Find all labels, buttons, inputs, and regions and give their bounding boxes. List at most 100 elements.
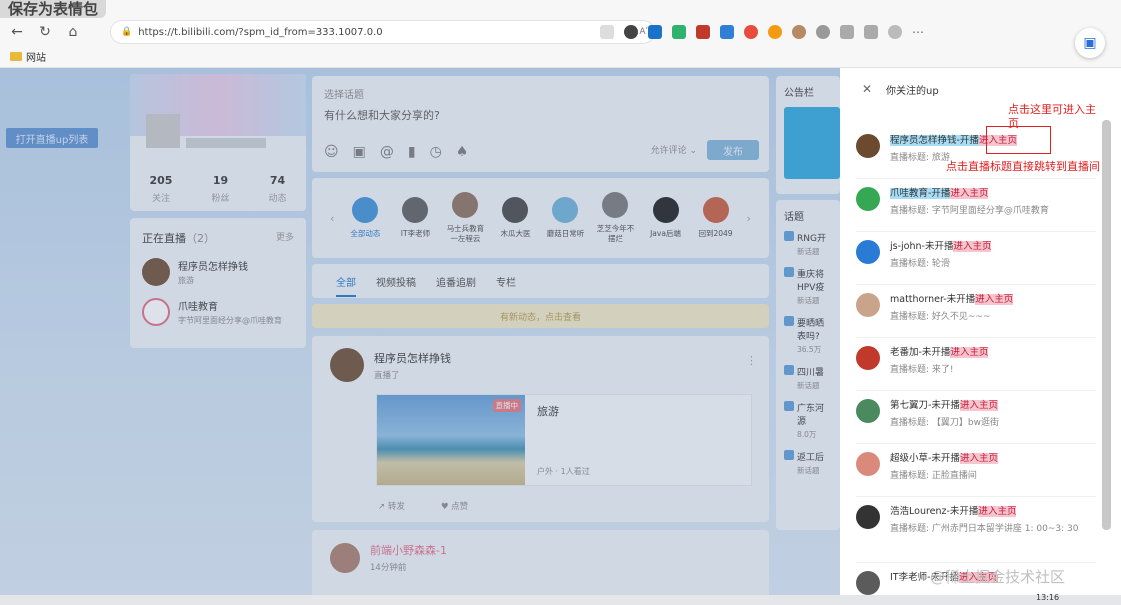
new-post-tip[interactable]: 有新动态，点击查看 <box>312 304 769 328</box>
live-title-link[interactable]: 直播标题: 广州赤門日本留学讲座 1: 00~3: 30 <box>890 523 1080 536</box>
profile-avatar-icon[interactable] <box>888 25 902 39</box>
avatar[interactable] <box>856 399 880 423</box>
follow-item[interactable]: 马士兵教育一左程云 <box>446 192 484 244</box>
post-author[interactable]: 程序员怎样挣钱 <box>374 350 451 366</box>
chevron-right-icon[interactable]: › <box>747 212 751 225</box>
topic-item[interactable]: 广东河源 8.0万 <box>784 401 832 440</box>
close-icon[interactable]: ✕ <box>862 82 872 96</box>
enter-homepage-link[interactable]: 进入主页 <box>959 453 998 464</box>
image-icon[interactable]: ▣ <box>353 144 366 160</box>
hashtag-icon <box>784 365 794 375</box>
stat-fans[interactable]: 19 粉丝 <box>211 174 229 204</box>
stat-following[interactable]: 205 关注 <box>150 174 173 204</box>
extension-icon[interactable] <box>792 25 806 39</box>
like-button[interactable]: ♥ 点赞 <box>441 500 468 512</box>
chevron-left-icon[interactable]: ‹ <box>330 212 334 225</box>
live-item[interactable]: 程序员怎样挣钱 旅游 <box>142 258 294 286</box>
live-title-link[interactable]: 直播标题: 好久不见~~~ <box>890 311 1013 324</box>
follow-item[interactable]: 全部动态 <box>346 197 384 239</box>
annotation-note: 点击直播标题直接跳转到直播间 <box>946 160 1100 173</box>
tab-bangumi[interactable]: 追番追剧 <box>436 274 476 289</box>
open-live-list-button[interactable]: 打开直播up列表 <box>6 128 98 148</box>
living-more-link[interactable]: 更多 <box>276 230 294 246</box>
publish-button[interactable]: 发布 <box>707 140 759 160</box>
at-icon[interactable]: @ <box>380 144 394 160</box>
avatar[interactable] <box>856 505 880 529</box>
feed-post: 程序员怎样挣钱 直播了 ⋮ 直播中 旅游 户外 · 1人看过 ↗ 转发 ♥ 点赞 <box>312 336 769 522</box>
more-icon[interactable]: ⋯ <box>912 25 924 39</box>
clock-icon[interactable]: ◷ <box>430 144 442 160</box>
topic-item[interactable]: RNG开 新话题 <box>784 231 832 257</box>
avatar[interactable] <box>856 240 880 264</box>
collections-icon[interactable] <box>864 25 878 39</box>
address-bar[interactable]: 🔒 https://t.bilibili.com/?spm_id_from=33… <box>110 20 655 44</box>
follow-item[interactable]: IT李老师 <box>396 197 434 239</box>
post-status: 直播了 <box>374 370 400 381</box>
avatar[interactable] <box>856 293 880 317</box>
back-icon[interactable]: ← <box>6 21 28 43</box>
post-author[interactable]: 前端小野森森-1 <box>370 542 447 558</box>
extension-icon[interactable] <box>672 25 686 39</box>
tab-videos[interactable]: 视频投稿 <box>376 274 416 289</box>
lottery-icon[interactable]: ♠ <box>456 144 469 160</box>
live-title-link[interactable]: 直播标题: 轮滑 <box>890 258 991 271</box>
notice-image[interactable] <box>784 107 840 179</box>
avatar[interactable] <box>856 346 880 370</box>
notice-board-title: 公告栏 <box>784 88 814 99</box>
live-title-link[interactable]: 直播标题: 字节阿里面经分享@爪哇教育 <box>890 205 1049 218</box>
extension-icon[interactable] <box>744 25 758 39</box>
follow-item[interactable]: 回到2049 <box>697 197 735 239</box>
refresh-icon[interactable]: ↻ <box>34 21 56 43</box>
scrollbar[interactable] <box>1102 120 1111 530</box>
extension-icon[interactable] <box>696 25 710 39</box>
follow-item[interactable]: 木瓜大医 <box>496 197 534 239</box>
avatar[interactable] <box>146 114 180 148</box>
avatar[interactable] <box>856 134 880 158</box>
lock-icon: 🔒 <box>121 27 133 37</box>
enter-homepage-link[interactable]: 进入主页 <box>978 506 1017 517</box>
favorites-icon[interactable] <box>840 25 854 39</box>
extension-icon[interactable] <box>768 25 782 39</box>
more-icon[interactable]: ⋮ <box>746 354 757 367</box>
select-topic[interactable]: 选择话题 <box>324 86 757 101</box>
comment-select[interactable]: 允许评论 ⌄ <box>651 143 697 156</box>
avatar[interactable] <box>856 187 880 211</box>
tab-articles[interactable]: 专栏 <box>496 274 516 289</box>
topic-item[interactable]: 返工后 新话题 <box>784 450 832 476</box>
avatar[interactable] <box>856 452 880 476</box>
avatar[interactable] <box>856 571 880 595</box>
enter-homepage-link[interactable]: 进入主页 <box>953 241 992 252</box>
forward-button[interactable]: ↗ 转发 <box>378 500 405 512</box>
enter-homepage-link[interactable]: 进入主页 <box>950 347 989 358</box>
avatar[interactable] <box>330 348 364 382</box>
emoji-icon[interactable]: ☺ <box>324 144 339 160</box>
live-title-link[interactable]: 直播标题: 来了! <box>890 364 988 377</box>
follow-item[interactable]: 蘑菇日常听 <box>546 197 584 239</box>
favorites-add-icon[interactable] <box>600 25 614 39</box>
follow-item[interactable]: 芝芝今年不摆烂 <box>596 192 634 244</box>
home-icon[interactable]: ⌂ <box>62 21 84 43</box>
follow-item[interactable]: Java后端 <box>647 197 685 239</box>
extension-icon[interactable] <box>624 25 638 39</box>
vote-icon[interactable]: ▮ <box>408 144 416 160</box>
extension-icon[interactable] <box>648 25 662 39</box>
topic-item[interactable]: 要晒晒表吗? 36.5万 <box>784 316 832 355</box>
bookmark-folder-label[interactable]: 网站 <box>26 49 46 64</box>
enter-homepage-link[interactable]: 进入主页 <box>975 294 1014 305</box>
enter-homepage-link[interactable]: 进入主页 <box>959 400 998 411</box>
enter-homepage-link[interactable]: 进入主页 <box>950 188 989 199</box>
publish-input[interactable]: 有什么想和大家分享的? <box>324 107 757 123</box>
live-title-link[interactable]: 直播标题: 正脸直播间 <box>890 470 998 483</box>
avatar[interactable] <box>330 542 360 573</box>
stat-posts[interactable]: 74 动态 <box>268 174 286 204</box>
avatar <box>142 258 170 286</box>
visual-search-icon[interactable]: ▣ <box>1075 28 1105 58</box>
topic-item[interactable]: 四川暑 新话题 <box>784 365 832 391</box>
live-item[interactable]: 爪哇教育 字节阿里面经分享@爪哇教育 <box>142 298 294 326</box>
tab-all[interactable]: 全部 <box>336 274 356 297</box>
topic-item[interactable]: 重庆将HPV疫 新话题 <box>784 267 832 306</box>
extension-icon[interactable] <box>720 25 734 39</box>
live-title-link[interactable]: 直播标题: 【翼刀】bw逛街 <box>890 417 999 430</box>
settings-icon[interactable] <box>816 25 830 39</box>
live-card[interactable]: 直播中 旅游 户外 · 1人看过 <box>376 394 752 486</box>
